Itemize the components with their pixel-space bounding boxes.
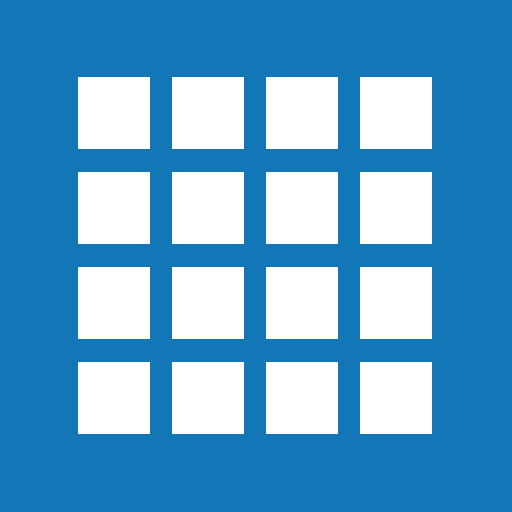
grid-app-icon[interactable] — [0, 0, 512, 512]
grid-tile — [78, 362, 150, 434]
tile-grid — [78, 77, 434, 435]
grid-tile — [172, 362, 244, 434]
grid-tile — [78, 267, 150, 339]
grid-tile — [78, 172, 150, 244]
grid-tile — [266, 77, 338, 149]
grid-tile — [360, 77, 432, 149]
grid-tile — [172, 267, 244, 339]
grid-tile — [266, 172, 338, 244]
grid-tile — [78, 77, 150, 149]
grid-tile — [266, 267, 338, 339]
grid-tile — [360, 362, 432, 434]
grid-tile — [360, 267, 432, 339]
grid-tile — [360, 172, 432, 244]
grid-tile — [172, 172, 244, 244]
grid-tile — [266, 362, 338, 434]
grid-tile — [172, 77, 244, 149]
